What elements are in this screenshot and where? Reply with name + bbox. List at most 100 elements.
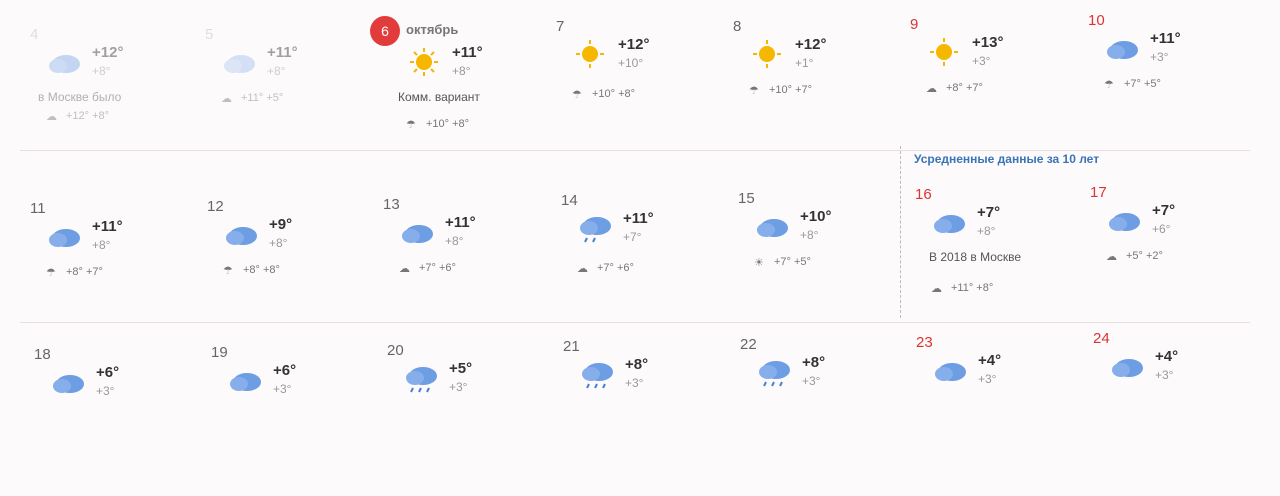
temp-low: +3° (625, 376, 644, 390)
day-number: 10 (1088, 12, 1105, 29)
day-number: 17 (1090, 184, 1107, 201)
history-temps: ☂ +10° +8° (406, 118, 470, 131)
history-value: +8° +7° (946, 82, 983, 94)
temp-high: +9° (269, 216, 293, 233)
day-number: 11 (30, 200, 46, 217)
temp-low: +8° (92, 64, 111, 78)
cloud-icon (934, 215, 965, 233)
cloud-sun-icon: ☁ (46, 111, 57, 124)
temp-high: +10° (800, 208, 832, 225)
day-cell[interactable]: 4 +12° +8° в Москве было ☁ +12° +8° (30, 26, 200, 176)
history-value: +11° +5° (241, 92, 284, 104)
cloud-icon (230, 373, 261, 391)
day-cell[interactable]: 24 +4° +3° (1093, 330, 1263, 480)
temp-low: +3° (978, 372, 997, 386)
day-number: 9 (910, 16, 919, 33)
history-value: +5° +2° (1126, 250, 1163, 262)
day-cell[interactable]: 22 +8° +3° (740, 336, 910, 486)
temp-low: +8° (800, 228, 819, 242)
sun-icon (410, 48, 438, 76)
temp-high: +11° (452, 44, 483, 61)
cloud-icon (226, 227, 257, 245)
temp-high: +11° (267, 44, 298, 61)
day-cell[interactable]: 21 +8° +3° (563, 338, 733, 488)
history-value: +8° +7° (66, 266, 103, 278)
day-cell[interactable]: 18 +6° +3° (34, 346, 204, 496)
day-number: 24 (1093, 330, 1110, 347)
day-cell[interactable]: 16 +7° +8° В 2018 в Москве ☁ +11° +8° (915, 186, 1085, 336)
temp-low: +8° (269, 236, 288, 250)
history-temps: ☁ +12° +8° (46, 110, 109, 124)
history-temps: ☂ +8° +8° (223, 264, 280, 278)
temp-high: +11° (445, 214, 476, 231)
rain-icon: ☂ (749, 85, 759, 98)
temp-low: +3° (1150, 50, 1169, 64)
temp-high: +4° (1155, 348, 1179, 365)
day-number: 4 (30, 26, 39, 43)
day-cell[interactable]: 14 +11° +7° ☁ +7° +6° (561, 192, 731, 342)
history-value: +7° +5° (1124, 78, 1161, 90)
day-cell[interactable]: 15 +10° +8° ☀ +7° +5° (738, 190, 908, 340)
day-cell[interactable]: 13 +11° +8° ☁ +7° +6° (383, 196, 553, 346)
day-cell[interactable]: 10 +11° +3° ☂ +7° +5° (1088, 12, 1258, 162)
temp-high: +12° (92, 44, 124, 61)
history-value: +10° +8° (592, 88, 636, 100)
day-cell[interactable]: 12 +9° +8° ☂ +8° +8° (207, 198, 377, 348)
cloud-icon (224, 55, 255, 73)
day-cell[interactable]: 9 +13° +3° ☁ +8° +7° (910, 16, 1080, 166)
day-number: 23 (916, 334, 933, 351)
temp-low: +7° (623, 230, 642, 244)
temp-high: +8° (802, 354, 826, 371)
cloud-icon (53, 375, 84, 393)
history-temps: ☂ +8° +7° (46, 266, 103, 279)
temp-low: +3° (273, 382, 292, 396)
sun-icon (930, 38, 958, 66)
temp-low: +6° (1152, 222, 1171, 236)
temp-low: +8° (452, 64, 471, 78)
history-temps: ☂ +7° +5° (1104, 78, 1161, 91)
day-number: 20 (387, 342, 404, 359)
cloud-icon (49, 229, 80, 247)
history-value: +7° +6° (597, 262, 634, 274)
day-cell[interactable]: 7 +12° +10° ☂ +10° +8° (556, 18, 726, 168)
rain-cloud-icon (759, 361, 790, 387)
day-cell[interactable]: 20 +5° +3° (387, 342, 557, 492)
temp-low: +10° (618, 56, 644, 70)
history-value: +10° +8° (426, 118, 470, 130)
temp-low: +1° (795, 56, 814, 70)
temp-high: +11° (623, 210, 654, 227)
temp-low: +3° (449, 380, 468, 394)
day-cell[interactable]: 19 +6° +3° (211, 344, 381, 494)
history-temps: ☁ +11° +8° (931, 282, 993, 296)
day-cell-today[interactable]: +11° +8° Комм. вариант ☂ +10° +8° (390, 26, 560, 176)
rain-cloud-icon (406, 367, 437, 393)
cloud-icon (49, 55, 80, 73)
sun-icon (576, 40, 604, 68)
day-cell[interactable]: 23 +4° +3° (916, 334, 1086, 484)
rain-icon: ☂ (223, 265, 233, 278)
temp-high: +7° (977, 204, 1001, 221)
cloud-sun-icon: ☁ (1106, 251, 1117, 264)
temp-low: +3° (1155, 368, 1174, 382)
temp-high: +11° (1150, 30, 1181, 47)
history-temps: ☂ +10° +8° (572, 88, 636, 101)
temp-low: +8° (445, 234, 464, 248)
day-number: 19 (211, 344, 228, 361)
day-cell[interactable]: 5 +11° +8° ☁ +11° +5° (205, 26, 375, 176)
day-cell[interactable]: 8 +12° +1° ☂ +10° +7° (733, 18, 903, 168)
day-cell[interactable]: 17 +7° +6° ☁ +5° +2° (1090, 184, 1260, 334)
temp-high: +6° (273, 362, 297, 379)
day-number: 18 (34, 346, 51, 363)
day-cell[interactable]: 11 +11° +8° ☂ +8° +7° (30, 200, 200, 350)
temp-high: +12° (618, 36, 650, 53)
history-note: В 2018 в Москве (929, 250, 1022, 264)
history-temps: ☀ +7° +5° (754, 256, 811, 269)
temp-high: +6° (96, 364, 120, 381)
day-number: 21 (563, 338, 580, 355)
temp-high: +5° (449, 360, 473, 377)
cloud-icon (402, 225, 433, 243)
cloud-icon (757, 219, 788, 237)
cloud-sun-icon: ☁ (931, 283, 942, 296)
cloud-sun-icon: ☁ (926, 83, 937, 96)
day-number: 22 (740, 336, 757, 353)
